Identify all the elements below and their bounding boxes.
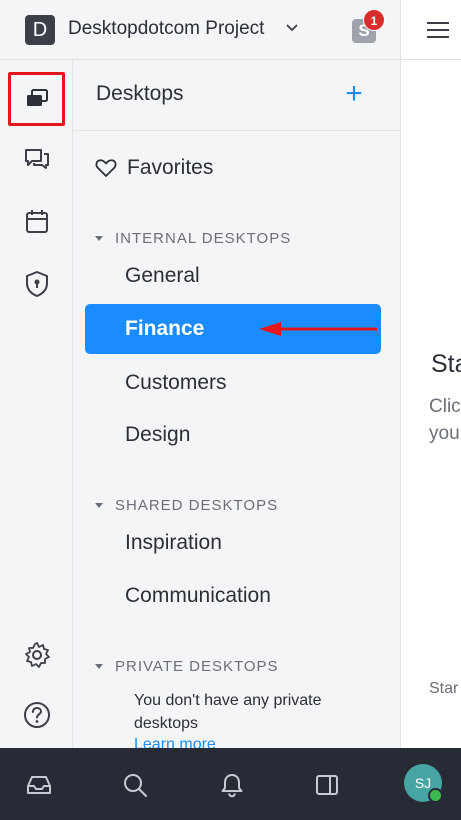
- bottom-nav-bar: SJ: [0, 748, 461, 820]
- project-logo[interactable]: D: [25, 15, 55, 45]
- caret-down-icon: [95, 236, 103, 241]
- rail-settings-button[interactable]: [22, 640, 52, 670]
- annotation-arrow-icon: [259, 322, 377, 336]
- desktop-item-label: Finance: [125, 317, 205, 340]
- content-footer-text: Star: [429, 680, 459, 697]
- icon-rail: [0, 60, 73, 748]
- desktops-sidebar: Desktops + Favorites INTERNAL DESKTOPS G…: [73, 60, 400, 748]
- panel-icon: [316, 775, 338, 795]
- content-subtitle-line: you: [429, 423, 460, 444]
- online-status-indicator: [428, 788, 443, 803]
- section-label: SHARED DESKTOPS: [115, 497, 279, 514]
- project-name[interactable]: Desktopdotcom Project: [68, 18, 264, 40]
- desktop-item-customers[interactable]: Customers: [125, 371, 227, 395]
- section-internal-desktops[interactable]: INTERNAL DESKTOPS: [95, 230, 291, 247]
- favorites-item[interactable]: Favorites: [95, 156, 213, 180]
- desktops-icon: [26, 89, 48, 106]
- content-subtitle-line: Clic: [429, 396, 461, 417]
- favorites-label: Favorites: [127, 156, 214, 179]
- inbox-icon: [27, 776, 51, 794]
- caret-down-icon: [95, 664, 103, 669]
- learn-more-link[interactable]: Learn more: [134, 736, 216, 748]
- notification-badge: 1: [363, 9, 385, 31]
- rail-calendar-button[interactable]: [22, 206, 52, 236]
- sidebar-title: Desktops: [96, 82, 184, 105]
- section-label: INTERNAL DESKTOPS: [115, 230, 292, 247]
- main-content: Sta Clic you Star: [400, 60, 461, 748]
- settings-icon: [25, 642, 50, 668]
- section-shared-desktops[interactable]: SHARED DESKTOPS: [95, 497, 278, 514]
- content-subtitle: Clic you: [429, 393, 461, 447]
- desktop-item-general[interactable]: General: [125, 264, 200, 288]
- rail-chat-button[interactable]: [22, 144, 52, 174]
- shield-icon: [26, 271, 48, 297]
- desktop-item-design[interactable]: Design: [125, 423, 190, 447]
- search-icon: [124, 774, 147, 797]
- top-bar: D Desktopdotcom Project S 1: [0, 0, 400, 60]
- section-private-desktops[interactable]: PRIVATE DESKTOPS: [95, 658, 279, 675]
- desktop-item-communication[interactable]: Communication: [125, 584, 271, 608]
- chat-icon: [25, 149, 49, 169]
- rail-help-button[interactable]: [22, 700, 52, 730]
- section-label: PRIVATE DESKTOPS: [115, 658, 279, 675]
- desktop-item-inspiration[interactable]: Inspiration: [125, 531, 222, 555]
- help-icon: [24, 702, 50, 728]
- inbox-button[interactable]: [24, 770, 54, 800]
- rail-security-button[interactable]: [22, 269, 52, 299]
- heart-icon: [95, 159, 117, 177]
- private-empty-text: You don't have any private desktops: [134, 692, 322, 732]
- rail-desktops-button[interactable]: [8, 72, 65, 126]
- search-button[interactable]: [120, 770, 150, 800]
- sidebar-header: Desktops +: [73, 60, 400, 131]
- right-header: [400, 0, 461, 60]
- add-desktop-button[interactable]: +: [341, 79, 367, 109]
- content-title: Sta: [431, 350, 461, 378]
- chevron-down-icon[interactable]: [286, 24, 298, 32]
- bell-icon: [221, 774, 243, 798]
- calendar-icon: [26, 210, 48, 233]
- caret-down-icon: [95, 503, 103, 508]
- notifications-button[interactable]: [217, 770, 247, 800]
- panel-toggle-button[interactable]: [312, 770, 342, 800]
- hamburger-menu-icon[interactable]: [427, 22, 449, 38]
